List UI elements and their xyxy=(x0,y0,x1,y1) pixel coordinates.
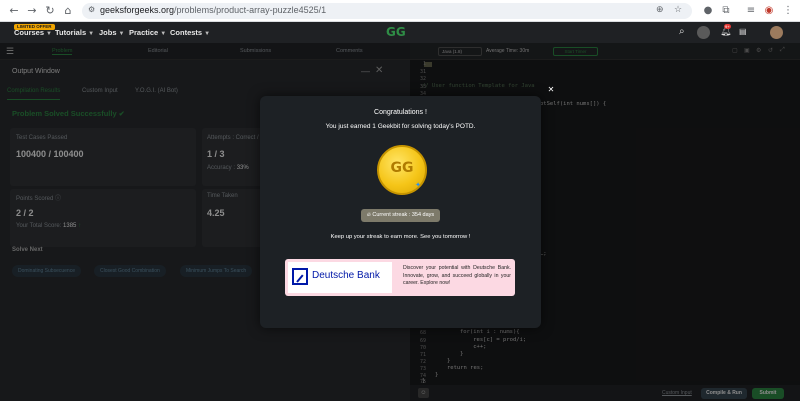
extensions-puzzle-icon[interactable]: ⧉ xyxy=(718,3,734,19)
menu-contests[interactable]: Contests ▼ xyxy=(170,28,210,37)
fire-icon: 🔥︎ xyxy=(366,212,371,218)
menu-tutorials[interactable]: Tutorials ▼ xyxy=(55,28,94,37)
modal-close-icon[interactable]: ✕ xyxy=(546,85,556,95)
browser-toolbar: ← → ↻ ⌂ ⚙ geeksforgeeks.org/problems/pro… xyxy=(0,0,800,22)
user-avatar[interactable] xyxy=(770,26,783,39)
site-header: LIMITED OFFER Courses ▼ Tutorials ▼ Jobs ▼ … xyxy=(0,22,800,43)
modal-message: Keep up your streak to earn more. See yo… xyxy=(330,234,471,240)
extension-icon[interactable]: ● xyxy=(700,3,716,19)
back-icon[interactable]: ← xyxy=(6,3,22,19)
ad-text: Discover your potential with Deutsche Ba… xyxy=(403,265,511,286)
ad-brand-name: Deutsche Bank xyxy=(312,270,380,281)
geekbit-coin-icon: GG ✦ xyxy=(377,145,427,195)
modal-subtitle: You just earned 1 Geekbit for solving to… xyxy=(325,123,476,130)
search-icon[interactable]: ⌕ xyxy=(679,26,685,37)
menu-jobs[interactable]: Jobs ▼ xyxy=(99,28,124,37)
home-icon[interactable]: ⌂ xyxy=(60,3,76,19)
modal-title: Congratulations ! xyxy=(374,109,427,116)
site-info-icon[interactable]: ⚙ xyxy=(88,5,95,14)
browser-menu-icon[interactable]: ⋮ xyxy=(780,3,796,19)
reload-icon[interactable]: ↻ xyxy=(42,3,58,19)
forward-icon[interactable]: → xyxy=(24,3,40,19)
news-icon[interactable]: ▤ xyxy=(739,27,747,36)
zoom-icon[interactable]: ⊕ xyxy=(656,4,664,15)
menu-courses[interactable]: Courses ▼ xyxy=(14,28,52,37)
bookmark-star-icon[interactable]: ☆ xyxy=(674,4,682,15)
media-icon[interactable]: ≡ xyxy=(743,3,759,19)
theme-toggle-icon[interactable] xyxy=(697,26,710,39)
deutsche-bank-logo-icon xyxy=(292,268,308,285)
streak-badge: 🔥︎ Current streak : 354 days xyxy=(361,209,440,222)
notification-count: 9+ xyxy=(724,24,731,29)
menu-practice[interactable]: Practice ▼ xyxy=(129,28,166,37)
profile-avatar[interactable]: ◉ xyxy=(761,3,777,19)
url-path: /problems/product-array-puzzle4525/1 xyxy=(174,5,327,15)
address-bar[interactable]: ⚙ geeksforgeeks.org/problems/product-arr… xyxy=(82,3,692,19)
url-host: geeksforgeeks.org xyxy=(100,5,175,15)
gfg-logo[interactable]: GG xyxy=(386,25,406,39)
